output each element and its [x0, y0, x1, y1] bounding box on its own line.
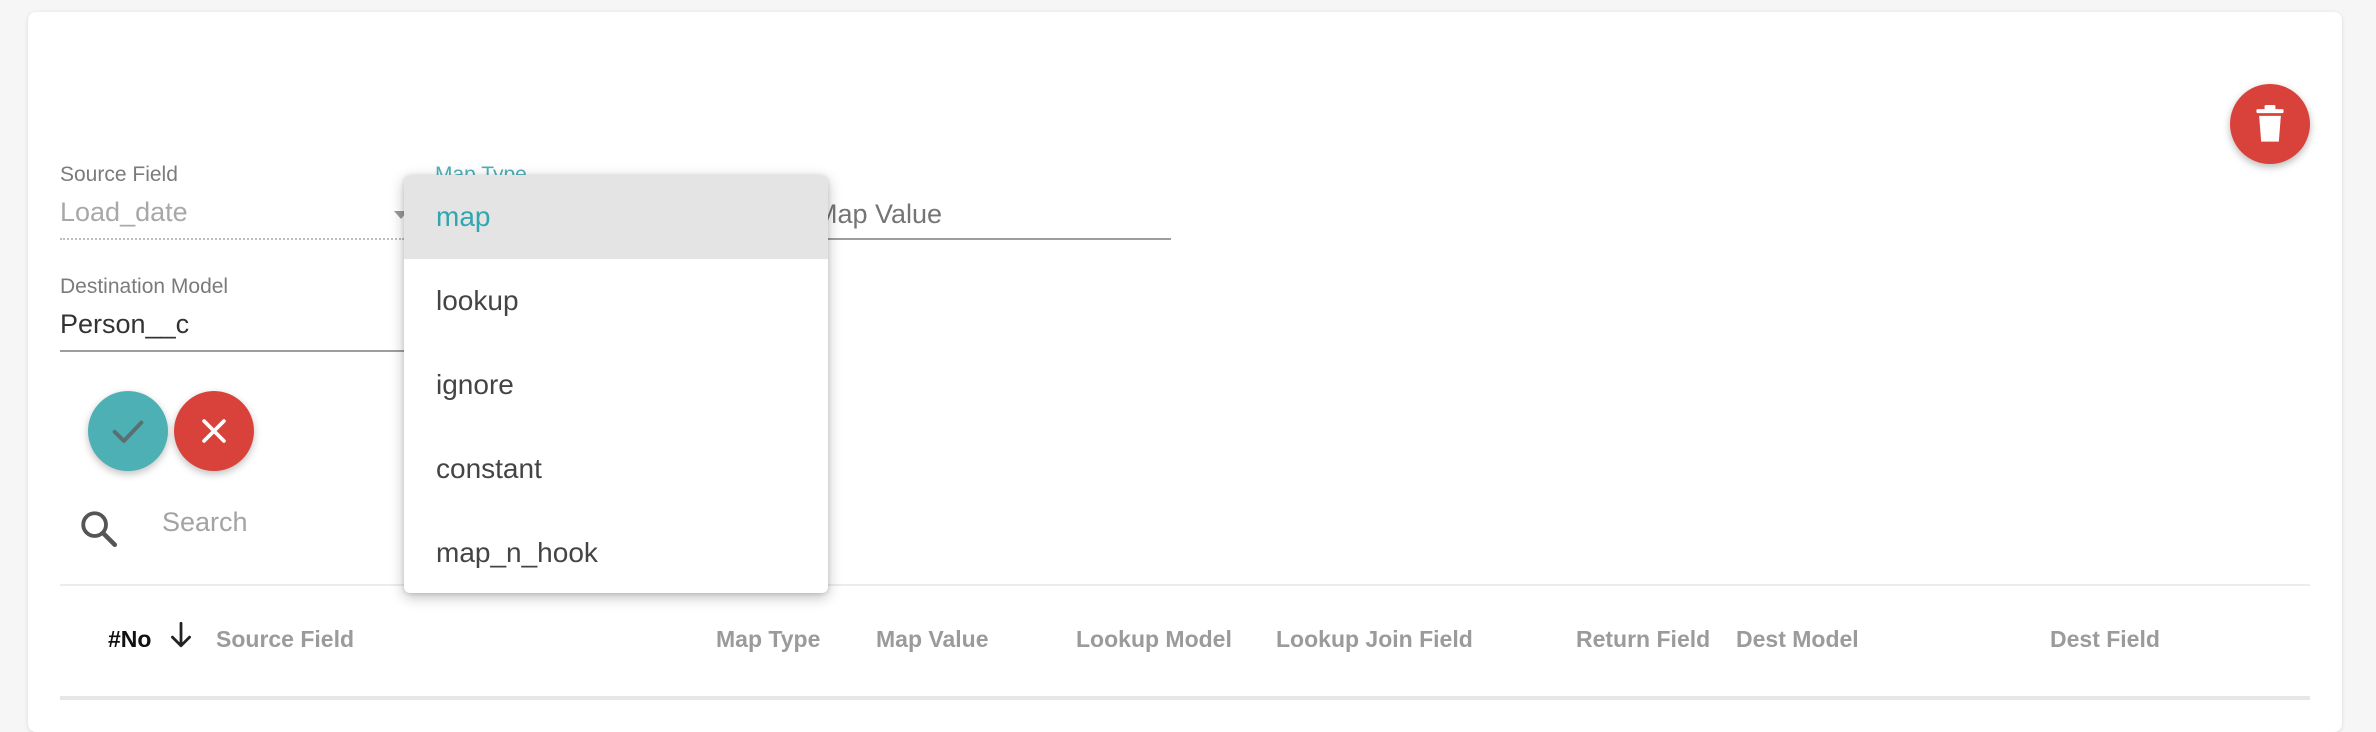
map-value-underline: [815, 238, 1171, 240]
column-header-dest-field[interactable]: Dest Field: [2050, 626, 2160, 653]
confirm-button[interactable]: [88, 391, 168, 471]
column-header-lookup-join-field[interactable]: Lookup Join Field: [1276, 626, 1473, 653]
column-header-no[interactable]: #No: [108, 626, 151, 653]
map-type-dropdown[interactable]: map lookup ignore constant map_n_hook: [404, 175, 828, 593]
dropdown-option-constant[interactable]: constant: [404, 427, 828, 511]
map-value-input[interactable]: [815, 194, 1171, 234]
mapping-card: [28, 12, 2342, 732]
column-header-lookup-model[interactable]: Lookup Model: [1076, 626, 1232, 653]
divider: [60, 584, 2310, 586]
destination-model-select[interactable]: Person__c: [60, 309, 189, 340]
dropdown-option-lookup[interactable]: lookup: [404, 259, 828, 343]
close-icon: [202, 419, 226, 443]
cancel-button[interactable]: [174, 391, 254, 471]
dropdown-option-map[interactable]: map: [404, 175, 828, 259]
destination-model-label: Destination Model: [60, 275, 229, 298]
check-icon: [112, 420, 144, 443]
source-field-select[interactable]: Load_date: [60, 197, 188, 228]
trash-icon: [2256, 105, 2284, 142]
arrow-down-icon[interactable]: [168, 620, 194, 650]
table-top-border: [60, 696, 2310, 700]
delete-button[interactable]: [2230, 84, 2310, 164]
column-header-map-value[interactable]: Map Value: [876, 626, 988, 653]
dropdown-option-map-n-hook[interactable]: map_n_hook: [404, 511, 828, 593]
search-icon: [81, 511, 118, 548]
column-header-return-field[interactable]: Return Field: [1576, 626, 1710, 653]
source-field-label: Source Field: [60, 163, 178, 186]
column-header-source-field[interactable]: Source Field: [216, 626, 354, 653]
column-header-dest-model[interactable]: Dest Model: [1736, 626, 1859, 653]
source-field-underline: [60, 238, 404, 240]
dropdown-option-ignore[interactable]: ignore: [404, 343, 828, 427]
destination-model-underline: [60, 350, 404, 352]
column-header-map-type[interactable]: Map Type: [716, 626, 820, 653]
